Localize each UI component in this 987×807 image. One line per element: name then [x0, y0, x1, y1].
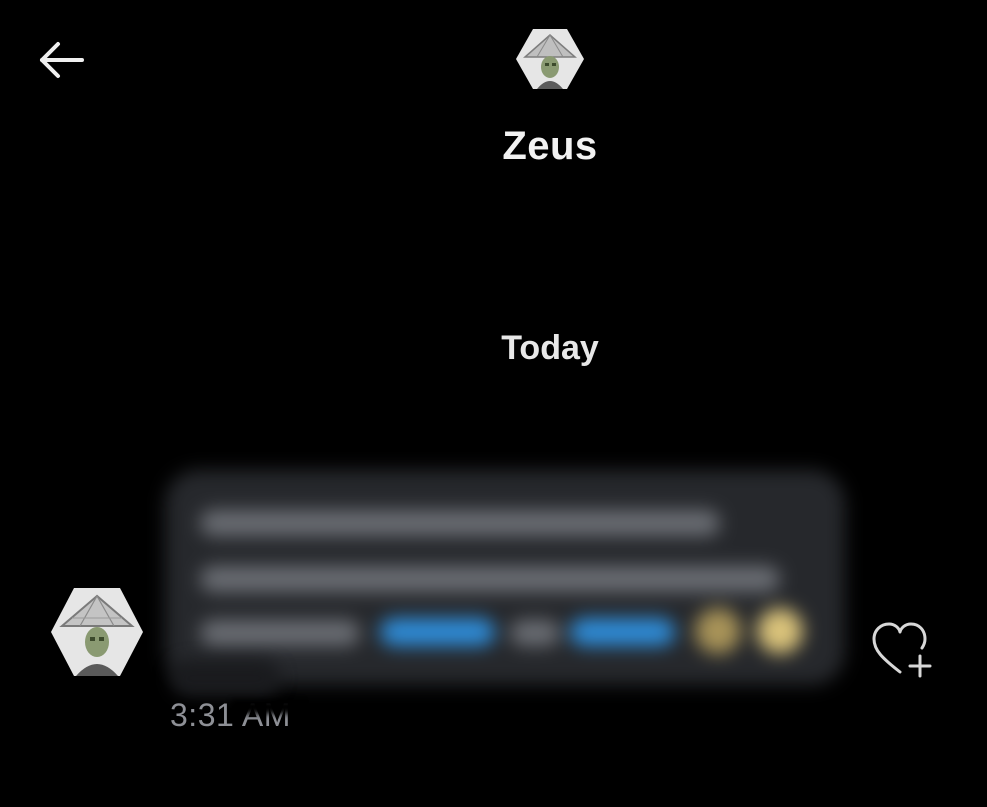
blurred-link: [570, 618, 675, 646]
blurred-text-line: [200, 620, 360, 646]
avatar-image: [516, 29, 584, 89]
message-avatar[interactable]: [50, 586, 144, 678]
blurred-link: [380, 618, 495, 646]
message-bubble[interactable]: [165, 470, 845, 685]
like-button[interactable]: [870, 620, 936, 680]
blurred-text-line: [510, 620, 560, 646]
bubble-tail: [170, 660, 280, 696]
arrow-left-icon: [40, 42, 84, 78]
blurred-text-line: [200, 566, 780, 592]
back-button[interactable]: [36, 40, 86, 80]
date-separator: Today: [501, 329, 599, 367]
blurred-emoji: [757, 608, 803, 654]
heart-plus-icon: [872, 622, 932, 678]
timestamp-overlap: [232, 700, 302, 714]
avatar-image: [51, 588, 143, 676]
contact-name[interactable]: Zeus: [0, 124, 987, 169]
blurred-text-line: [200, 510, 720, 536]
header-avatar[interactable]: [515, 27, 585, 91]
blurred-emoji: [695, 608, 741, 654]
